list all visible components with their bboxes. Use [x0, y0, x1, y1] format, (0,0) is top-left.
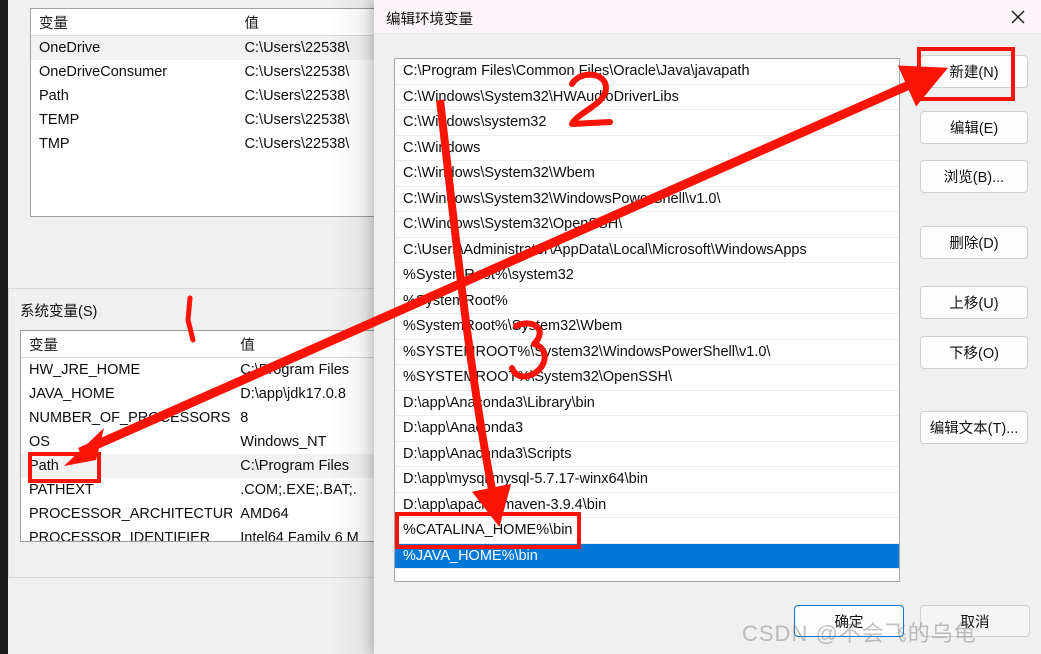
variable-name: Path: [39, 88, 69, 104]
delete-button[interactable]: 删除(D): [920, 226, 1028, 259]
variable-value: D:\app\jdk17.0.8: [240, 386, 346, 402]
move-up-button[interactable]: 上移(U): [920, 286, 1028, 319]
table-row[interactable]: HW_JRE_HOME C:\Program Files: [21, 358, 391, 382]
list-item[interactable]: C:\Windows: [395, 135, 899, 161]
edit-environment-variable-dialog: 编辑环境变量 C:\Program Files\Common Files\Ora…: [374, 0, 1041, 654]
table-row[interactable]: Path C:\Users\22538\: [31, 84, 391, 108]
variable-name: NUMBER_OF_PROCESSORS: [29, 410, 231, 426]
watermark: CSDN @不会飞的乌龟: [742, 621, 977, 646]
system-variables-group-label: 系统变量(S): [20, 304, 98, 320]
variable-value: 8: [240, 410, 249, 426]
variable-value: C:\Program Files: [240, 458, 350, 474]
table-row[interactable]: TEMP C:\Users\22538\: [31, 108, 391, 132]
table-row[interactable]: PROCESSOR_ARCHITECTURE AMD64: [21, 502, 391, 526]
user-variables-header: 变量 值: [31, 9, 391, 36]
variable-name: Path: [29, 458, 59, 474]
list-item[interactable]: %SystemRoot%\System32\Wbem: [395, 314, 899, 340]
browse-button[interactable]: 浏览(B)...: [920, 160, 1028, 193]
table-row[interactable]: OneDrive C:\Users\22538\: [31, 36, 391, 60]
close-icon[interactable]: [995, 0, 1041, 34]
variable-value: Intel64 Family 6 M: [240, 530, 359, 542]
column-header-variable: 变量: [39, 15, 68, 32]
list-item[interactable]: C:\Windows\System32\HWAudioDriverLibs: [395, 84, 899, 110]
variable-value: C:\Users\22538\: [244, 136, 350, 152]
variable-value: C:\Program Files: [240, 362, 350, 378]
variable-name: PROCESSOR_IDENTIFIER: [29, 530, 211, 542]
list-item[interactable]: C:\Windows\System32\OpenSSH\: [395, 212, 899, 238]
list-item[interactable]: C:\Users\Administrator\AppData\Local\Mic…: [395, 237, 899, 263]
variable-name: OneDrive: [39, 40, 101, 56]
table-row[interactable]: OneDriveConsumer C:\Users\22538\: [31, 60, 391, 84]
list-item[interactable]: %CATALINA_HOME%\bin: [395, 518, 899, 544]
variable-name: HW_JRE_HOME: [29, 362, 141, 378]
variable-name: PATHEXT: [29, 482, 94, 498]
user-variables-listbox[interactable]: 变量 值 OneDrive C:\Users\22538\ OneDriveCo…: [30, 8, 392, 217]
table-row[interactable]: OS Windows_NT: [21, 430, 391, 454]
column-header-value: 值: [240, 337, 255, 354]
list-item[interactable]: C:\Windows\System32\WindowsPowerShell\v1…: [395, 186, 899, 212]
table-row[interactable]: NUMBER_OF_PROCESSORS 8: [21, 406, 391, 430]
variable-value: .COM;.EXE;.BAT;.: [240, 482, 357, 498]
move-down-button[interactable]: 下移(O): [920, 336, 1028, 369]
variable-value: Windows_NT: [240, 434, 327, 450]
list-item[interactable]: C:\Program Files\Common Files\Oracle\Jav…: [395, 59, 899, 85]
table-row[interactable]: JAVA_HOME D:\app\jdk17.0.8: [21, 382, 391, 406]
list-item[interactable]: %SYSTEMROOT%\System32\OpenSSH\: [395, 365, 899, 391]
variable-name: OS: [29, 434, 50, 450]
column-header-value: 值: [244, 15, 260, 32]
table-row[interactable]: TMP C:\Users\22538\: [31, 132, 391, 156]
column-header-variable: 变量: [29, 337, 58, 354]
variable-name: OneDriveConsumer: [39, 64, 168, 80]
path-entries-listbox[interactable]: C:\Program Files\Common Files\Oracle\Jav…: [394, 58, 900, 582]
variable-name: TMP: [39, 136, 70, 152]
variable-value: C:\Users\22538\: [244, 88, 350, 104]
table-row[interactable]: PROCESSOR_IDENTIFIER Intel64 Family 6 M: [21, 526, 391, 542]
list-item-selected[interactable]: %JAVA_HOME%\bin: [395, 543, 899, 569]
list-item[interactable]: D:\app\Anaconda3: [395, 416, 899, 442]
table-row-path-selected[interactable]: Path C:\Program Files: [21, 454, 391, 478]
variable-value: C:\Users\22538\: [244, 40, 350, 56]
variable-name: PROCESSOR_ARCHITECTURE: [29, 506, 233, 522]
dialog-titlebar: [374, 0, 1041, 34]
list-item[interactable]: %SystemRoot%: [395, 288, 899, 314]
variable-value: C:\Users\22538\: [244, 64, 350, 80]
edit-text-button[interactable]: 编辑文本(T)...: [920, 411, 1028, 444]
list-item[interactable]: D:\app\Anaconda3\Library\bin: [395, 390, 899, 416]
dialog-title: 编辑环境变量: [386, 12, 473, 28]
list-item[interactable]: D:\app\Anaconda3\Scripts: [395, 441, 899, 467]
list-item[interactable]: C:\Windows\System32\Wbem: [395, 161, 899, 187]
variable-value: AMD64: [240, 506, 289, 522]
list-item[interactable]: C:\Windows\system32: [395, 110, 899, 136]
new-button[interactable]: 新建(N): [920, 55, 1028, 88]
variable-name: TEMP: [39, 112, 80, 128]
variable-name: JAVA_HOME: [29, 386, 115, 402]
system-variables-header: 变量 值: [21, 331, 391, 358]
list-item[interactable]: %SystemRoot%\system32: [395, 263, 899, 289]
list-item[interactable]: %SYSTEMROOT%\System32\WindowsPowerShell\…: [395, 339, 899, 365]
list-item[interactable]: D:\app\mysql\mysql-5.7.17-winx64\bin: [395, 467, 899, 493]
list-item[interactable]: D:\app\apache-maven-3.9.4\bin: [395, 492, 899, 518]
variable-value: C:\Users\22538\: [244, 112, 350, 128]
screenshot-root: 变量 值 OneDrive C:\Users\22538\ OneDriveCo…: [0, 0, 1041, 654]
edit-button[interactable]: 编辑(E): [920, 111, 1028, 144]
system-variables-listbox[interactable]: 变量 值 HW_JRE_HOME C:\Program Files JAVA_H…: [20, 330, 392, 542]
table-row[interactable]: PATHEXT .COM;.EXE;.BAT;.: [21, 478, 391, 502]
